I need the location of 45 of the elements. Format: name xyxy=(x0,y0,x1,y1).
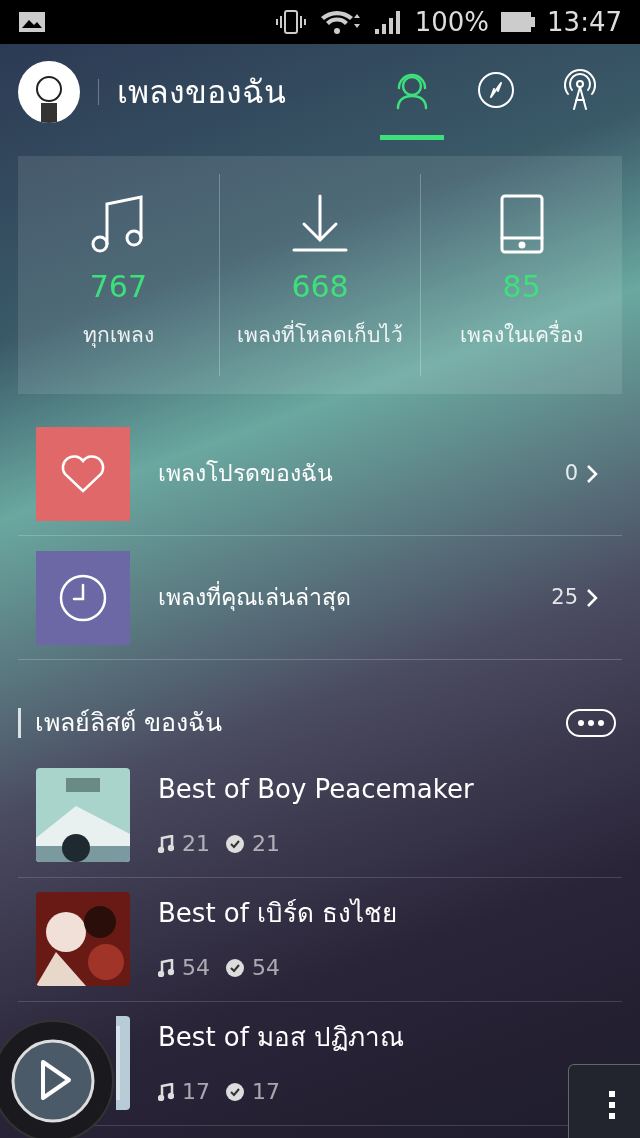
shortcut-count: 25 xyxy=(551,583,578,611)
downloaded-count: 21 xyxy=(252,830,280,858)
song-count: 54 xyxy=(182,954,210,982)
stat-label: เพลงในเครื่อง xyxy=(460,320,584,352)
playlist-title: Best of มอส ปฏิภาณ xyxy=(158,1021,405,1054)
shortcut-label: เพลงโปรดของฉัน xyxy=(158,459,334,489)
shortcut-row[interactable]: เพลงโปรดของฉัน 0 xyxy=(18,412,622,536)
check-circle-icon xyxy=(226,834,244,853)
battery-percentage: 100% xyxy=(414,5,490,39)
shortcut-count: 0 xyxy=(564,459,578,487)
song-count: 21 xyxy=(182,830,210,858)
stat-item[interactable]: 85 เพลงในเครื่อง xyxy=(420,174,622,376)
playlist-title: Best of Boy Peacemaker xyxy=(158,773,474,806)
section-title: เพลย์ลิสต์ ของฉัน xyxy=(35,707,223,739)
stat-label: เพลงที่โหลดเก็บไว้ xyxy=(237,320,403,352)
clock-icon xyxy=(58,572,108,623)
stat-label: ทุกเพลง xyxy=(82,322,154,350)
signal-icon xyxy=(372,9,403,35)
heart-icon xyxy=(60,453,106,494)
shortcut-label: เพลงที่คุณเล่นล่าสุด xyxy=(158,580,552,615)
clock-time: 13:47 xyxy=(547,5,622,39)
song-count: 17 xyxy=(182,1078,210,1106)
page-title: เพลงของฉัน xyxy=(117,72,287,113)
music-note-icon xyxy=(158,834,174,853)
stat-item[interactable]: 767 ทุกเพลง xyxy=(18,174,219,376)
play-button[interactable] xyxy=(0,1020,114,1138)
playlist-title: Best of เบิร์ด ธงไชย xyxy=(158,897,398,930)
more-button[interactable] xyxy=(566,708,616,737)
shortcut-row[interactable]: เพลงที่คุณเล่นล่าสุด 25 xyxy=(18,536,622,660)
check-circle-icon xyxy=(226,958,244,977)
chevron-right-icon xyxy=(586,587,598,608)
stat-item[interactable]: 668 เพลงที่โหลดเก็บไว้ xyxy=(218,174,421,376)
vibrate-icon xyxy=(274,8,307,36)
music-note-icon xyxy=(158,1082,174,1101)
chevron-right-icon xyxy=(586,463,598,484)
stat-count: 767 xyxy=(89,272,147,302)
downloaded-count: 17 xyxy=(252,1078,280,1106)
check-circle-icon xyxy=(226,1082,244,1101)
menu-button[interactable] xyxy=(568,1064,640,1138)
battery-icon xyxy=(501,11,536,33)
downloaded-count: 54 xyxy=(252,954,280,982)
image-icon xyxy=(18,11,46,33)
stat-count: 668 xyxy=(291,272,349,302)
stat-count: 85 xyxy=(502,272,541,302)
music-note-icon xyxy=(158,958,174,977)
